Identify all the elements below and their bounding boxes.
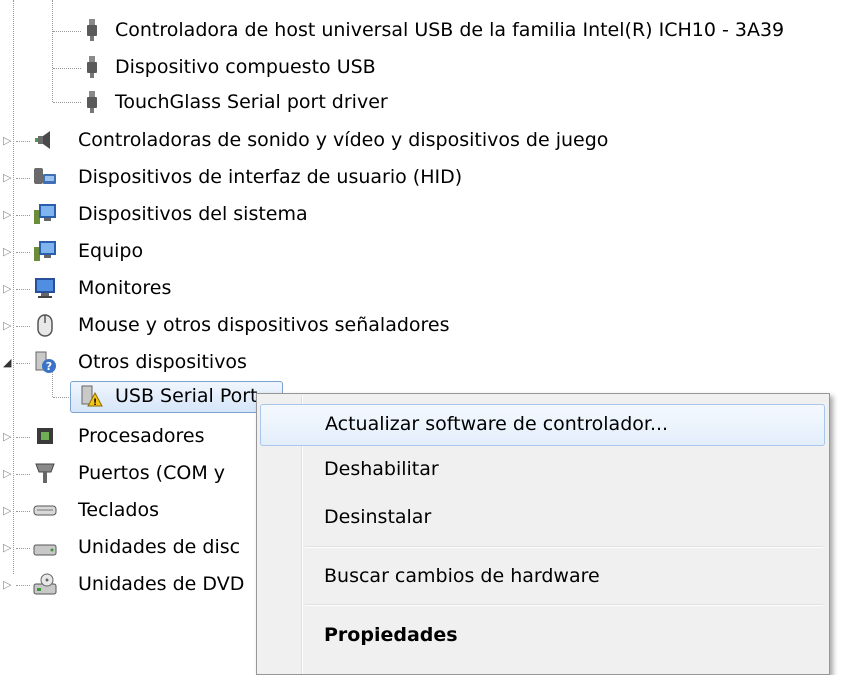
dvd-drive-icon bbox=[33, 573, 57, 595]
connector bbox=[53, 31, 81, 32]
connector bbox=[16, 289, 30, 290]
keyboard-icon bbox=[33, 505, 57, 516]
expand-arrow-icon[interactable]: ▷ bbox=[3, 542, 11, 553]
expand-arrow-icon[interactable]: ▷ bbox=[3, 172, 11, 183]
collapse-arrow-icon[interactable]: ◢ bbox=[3, 357, 11, 368]
connector bbox=[16, 437, 30, 438]
mouse-icon bbox=[37, 314, 53, 337]
processor-icon bbox=[37, 428, 53, 444]
tree-item-label: TouchGlass Serial port driver bbox=[115, 91, 388, 113]
connector bbox=[16, 511, 30, 512]
expand-arrow-icon[interactable]: ▷ bbox=[3, 246, 11, 257]
unknown-device-icon: ? bbox=[35, 351, 56, 373]
tree-category-label: Teclados bbox=[78, 499, 160, 521]
menu-item-properties[interactable]: Propiedades bbox=[260, 616, 825, 656]
menu-item-label: Desinstalar bbox=[324, 506, 432, 528]
tree-category-label: Procesadores bbox=[78, 425, 205, 447]
expand-arrow-icon[interactable]: ▷ bbox=[3, 209, 11, 220]
svg-text:?: ? bbox=[46, 360, 52, 373]
connector bbox=[16, 474, 30, 475]
connector bbox=[16, 363, 30, 364]
menu-separator bbox=[305, 604, 823, 606]
tree-category-label: Unidades de disc bbox=[78, 536, 241, 558]
connector bbox=[16, 548, 30, 549]
monitor-icon bbox=[35, 278, 55, 298]
system-device-icon bbox=[34, 204, 56, 224]
tree-category-label: Equipo bbox=[78, 240, 144, 262]
connector bbox=[16, 326, 30, 327]
tree-item-label: Dispositivo compuesto USB bbox=[115, 56, 376, 78]
connector bbox=[16, 178, 30, 179]
speaker-icon bbox=[35, 131, 50, 149]
usb-branch-line bbox=[52, 0, 53, 102]
connector bbox=[16, 252, 30, 253]
connector bbox=[16, 585, 30, 586]
tree-category-label: Puertos (COM y bbox=[78, 462, 225, 484]
usb-plug-icon bbox=[87, 19, 97, 41]
port-icon bbox=[35, 463, 55, 483]
computer-icon bbox=[34, 241, 56, 261]
expand-arrow-icon[interactable]: ▷ bbox=[3, 505, 11, 516]
tree-category-label: Controladoras de sonido y vídeo y dispos… bbox=[78, 129, 609, 151]
usb-plug-icon bbox=[87, 91, 97, 113]
tree-category-label: Unidades de DVD bbox=[78, 573, 245, 595]
tree-category-label: Dispositivos de interfaz de usuario (HID… bbox=[78, 166, 463, 188]
expand-arrow-icon[interactable]: ▷ bbox=[3, 579, 11, 590]
usb-plug-icon bbox=[87, 56, 97, 78]
expand-arrow-icon[interactable]: ▷ bbox=[3, 431, 11, 442]
menu-item-disable[interactable]: Deshabilitar bbox=[260, 450, 825, 490]
expand-arrow-icon[interactable]: ▷ bbox=[3, 320, 11, 331]
svg-text:!: ! bbox=[93, 398, 97, 408]
connector bbox=[16, 141, 30, 142]
tree-category-label: Otros dispositivos bbox=[78, 351, 247, 373]
connector bbox=[53, 397, 69, 398]
warning-device-icon: ! bbox=[81, 385, 103, 408]
expand-arrow-icon[interactable]: ▷ bbox=[3, 135, 11, 146]
menu-item-label: Actualizar software de controlador... bbox=[325, 413, 669, 435]
tree-root-line bbox=[13, 0, 14, 574]
context-menu: Actualizar software de controlador... De… bbox=[256, 393, 830, 675]
menu-item-update-driver[interactable]: Actualizar software de controlador... bbox=[260, 404, 825, 446]
expand-arrow-icon[interactable]: ▷ bbox=[3, 468, 11, 479]
tree-item-label: Controladora de host universal USB de la… bbox=[115, 19, 785, 41]
connector bbox=[53, 102, 81, 103]
menu-item-label: Deshabilitar bbox=[324, 458, 439, 480]
menu-item-label: Buscar cambios de hardware bbox=[324, 565, 600, 587]
connector bbox=[53, 68, 81, 69]
menu-separator bbox=[305, 546, 823, 548]
tree-category-label: Dispositivos del sistema bbox=[78, 203, 308, 225]
tree-category-label: Monitores bbox=[78, 277, 172, 299]
menu-item-uninstall[interactable]: Desinstalar bbox=[260, 498, 825, 538]
menu-item-label: Propiedades bbox=[324, 624, 458, 646]
tree-item-label: USB Serial Port bbox=[115, 385, 258, 407]
tree-category-label: Mouse y otros dispositivos señaladores bbox=[78, 314, 450, 336]
menu-item-scan-hardware[interactable]: Buscar cambios de hardware bbox=[260, 557, 825, 597]
hid-icon bbox=[34, 168, 56, 184]
expand-arrow-icon[interactable]: ▷ bbox=[3, 283, 11, 294]
connector bbox=[16, 215, 30, 216]
disk-drive-icon bbox=[33, 544, 57, 556]
